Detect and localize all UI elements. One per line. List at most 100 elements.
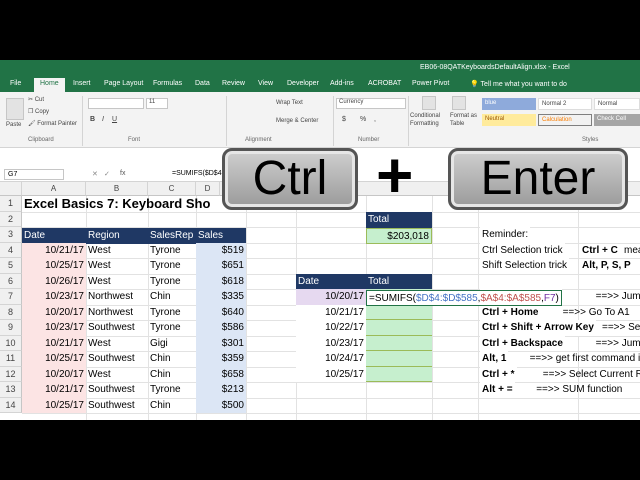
cell-date[interactable]: 10/23/17 [22, 289, 86, 305]
summary-date-cell[interactable]: 10/20/17 [296, 289, 366, 305]
style-check-cell[interactable]: Check Cell [594, 114, 640, 126]
paste-button[interactable]: Paste [6, 122, 21, 128]
tab-formulas[interactable]: Formulas [153, 80, 182, 87]
column-header-a[interactable]: A [22, 182, 86, 196]
cell-salesrep[interactable]: Tyrone [148, 305, 196, 321]
total-header[interactable]: Total [366, 212, 432, 228]
cell-date[interactable]: 10/20/17 [22, 366, 86, 382]
summary-date-cell[interactable]: 10/24/17 [296, 351, 366, 367]
row-header[interactable]: 4 [0, 242, 22, 258]
cell-sales[interactable]: $301 [196, 335, 246, 351]
row-header[interactable]: 5 [0, 258, 22, 274]
conditional-formatting-button[interactable]: Conditional Formatting [410, 112, 446, 128]
cell-region[interactable]: Southwest [86, 382, 148, 398]
format-as-table-button[interactable]: Format as Table [450, 112, 480, 128]
tab-view[interactable]: View [258, 80, 273, 87]
format-painter-button[interactable]: 🖌 Format Painter [28, 120, 77, 127]
font-name-select[interactable] [88, 98, 144, 109]
cell-region[interactable]: Southwest [86, 398, 148, 414]
cell-region[interactable]: West [86, 336, 148, 352]
summary-total-cell[interactable] [366, 351, 432, 367]
cell-sales[interactable]: $640 [196, 304, 246, 320]
row-header[interactable]: 6 [0, 273, 22, 289]
cell-region[interactable]: Northwest [86, 305, 148, 321]
cell-date[interactable]: 10/23/17 [22, 320, 86, 336]
function-icon[interactable]: fx [120, 170, 125, 177]
cell-region[interactable]: West [86, 367, 148, 383]
tab-page-layout[interactable]: Page Layout [104, 80, 143, 87]
summary-date-cell[interactable]: 10/23/17 [296, 335, 366, 351]
cut-button[interactable]: ✂ Cut [28, 96, 44, 103]
cell-sales[interactable]: $618 [196, 273, 246, 289]
comma-button[interactable]: , [374, 116, 376, 123]
tab-developer[interactable]: Developer [287, 80, 319, 87]
cell-date[interactable]: 10/20/17 [22, 304, 86, 320]
row-header[interactable]: 8 [0, 304, 22, 320]
cell-salesrep[interactable]: Chin [148, 398, 196, 414]
cancel-icon[interactable]: ✕ [92, 170, 98, 178]
tab-data[interactable]: Data [195, 80, 210, 87]
style-neutral[interactable]: Neutral [482, 114, 536, 126]
cell-region[interactable]: Southwest [86, 351, 148, 367]
formula-input[interactable]: =SUMIFS($D$4:$ [172, 170, 227, 177]
summary-date-cell[interactable]: 10/21/17 [296, 304, 366, 320]
cell-sales[interactable]: $651 [196, 258, 246, 274]
summary-date-cell[interactable]: 10/25/17 [296, 366, 366, 382]
tab-review[interactable]: Review [222, 80, 245, 87]
tab-insert[interactable]: Insert [73, 80, 91, 87]
cell-sales[interactable]: $335 [196, 289, 246, 305]
tab-file[interactable]: File [10, 80, 21, 87]
cell-date[interactable]: 10/21/17 [22, 335, 86, 351]
cell-sales[interactable]: $500 [196, 397, 246, 413]
cell-salesrep[interactable]: Tyrone [148, 243, 196, 259]
cell-sales[interactable]: $586 [196, 320, 246, 336]
style-normal-2[interactable]: Normal 2 [538, 98, 592, 110]
cell-date[interactable]: 10/21/17 [22, 242, 86, 258]
italic-button[interactable]: I [102, 116, 104, 123]
column-header-d[interactable]: D [196, 182, 220, 196]
cell-salesrep[interactable]: Tyrone [148, 320, 196, 336]
row-header[interactable]: 10 [0, 335, 22, 351]
summary-total-cell[interactable] [366, 366, 432, 382]
bold-button[interactable]: B [90, 116, 95, 123]
cell-salesrep[interactable]: Tyrone [148, 258, 196, 274]
percent-button[interactable]: % [360, 116, 366, 123]
cell-date[interactable]: 10/25/17 [22, 258, 86, 274]
select-all-corner[interactable] [0, 182, 22, 196]
tab-power-pivot[interactable]: Power Pivot [412, 80, 449, 87]
summary-total-cell[interactable] [366, 335, 432, 351]
row-header[interactable]: 12 [0, 366, 22, 382]
total-value[interactable]: $203,018 [366, 228, 432, 244]
row-header[interactable]: 7 [0, 289, 22, 305]
cell-region[interactable]: West [86, 258, 148, 274]
merge-center-button[interactable]: Merge & Center [276, 118, 318, 124]
copy-button[interactable]: ❐ Copy [28, 108, 49, 115]
row-header[interactable]: 9 [0, 320, 22, 336]
wrap-text-button[interactable]: Wrap Text [276, 100, 303, 106]
cell-sales[interactable]: $658 [196, 366, 246, 382]
row-header[interactable]: 14 [0, 397, 22, 413]
column-header-b[interactable]: B [86, 182, 148, 196]
cell-salesrep[interactable]: Tyrone [148, 274, 196, 290]
style-blue[interactable]: blue [482, 98, 536, 110]
cell-sales[interactable]: $213 [196, 382, 246, 398]
cell-date[interactable]: 10/21/17 [22, 382, 86, 398]
cell-salesrep[interactable]: Chin [148, 351, 196, 367]
style-normal[interactable]: Normal [594, 98, 640, 110]
tab-acrobat[interactable]: ACROBAT [368, 80, 401, 87]
row-header[interactable]: 1 [0, 196, 22, 212]
cell-sales[interactable]: $359 [196, 351, 246, 367]
enter-check-icon[interactable]: ✓ [104, 170, 110, 178]
row-header[interactable]: 3 [0, 227, 22, 243]
cell-region[interactable]: Southwest [86, 320, 148, 336]
cell-sales[interactable]: $519 [196, 242, 246, 258]
number-format-select[interactable]: Currency [336, 98, 406, 109]
cell-date[interactable]: 10/25/17 [22, 397, 86, 413]
underline-button[interactable]: U [112, 116, 117, 123]
conditional-formatting-icon[interactable] [422, 96, 436, 110]
row-header[interactable]: 2 [0, 211, 22, 227]
tab-add-ins[interactable]: Add-ins [330, 80, 354, 87]
cell-region[interactable]: West [86, 243, 148, 259]
summary-header-total[interactable]: Total [366, 274, 432, 290]
cell-salesrep[interactable]: Gigi [148, 336, 196, 352]
